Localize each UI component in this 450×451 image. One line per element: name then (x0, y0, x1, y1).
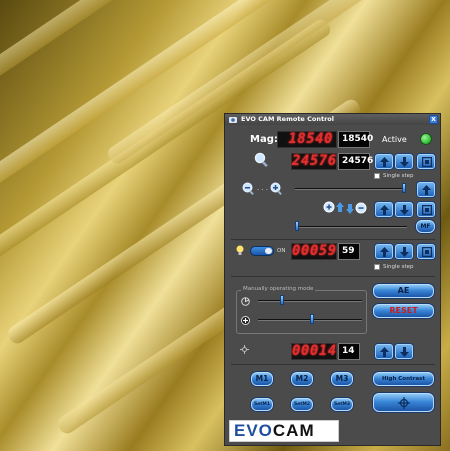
mag-value: 18540 (338, 131, 373, 148)
stop-icon (422, 157, 432, 167)
focus-up-button[interactable] (375, 202, 393, 217)
divider (231, 276, 435, 277)
zoom-slider[interactable] (295, 188, 405, 190)
gain-icon (241, 316, 250, 325)
zoom-out-icon (242, 182, 254, 195)
light-stop-button[interactable] (417, 244, 435, 259)
zoom-up-button[interactable] (375, 154, 393, 169)
light-down-button[interactable] (395, 244, 413, 259)
evocam-logo: EVOCAM (229, 420, 339, 442)
mag-status: Active (382, 135, 407, 144)
focus-slider-thumb[interactable] (295, 221, 299, 231)
reset-button[interactable]: RESET (373, 304, 434, 318)
zoom-slider-thumb[interactable] (402, 183, 406, 193)
auto-exposure-button[interactable]: AE (373, 284, 434, 298)
zoom-down-button[interactable] (395, 154, 413, 169)
aperture-display: 00014 (291, 343, 337, 360)
stop-icon (422, 205, 432, 215)
aperture-up-button[interactable] (375, 344, 393, 359)
memory-2-button[interactable]: M2 (291, 372, 313, 386)
arrow-down-icon (400, 157, 409, 167)
mag-label: Mag: (250, 134, 278, 145)
set-memory-1-button[interactable]: SetM1 (251, 398, 273, 411)
memory-3-button[interactable]: M3 (331, 372, 353, 386)
light-up-button[interactable] (375, 244, 393, 259)
zoom-stop-button[interactable] (417, 154, 435, 169)
focus-slider[interactable] (295, 226, 407, 228)
title-bar: EVO CAM Remote Control x (225, 114, 440, 125)
crosshair-button[interactable] (373, 393, 434, 412)
arrow-up-icon (380, 347, 389, 357)
arrow-up-icon (422, 185, 431, 195)
shutter-icon (241, 297, 250, 306)
arrow-up-icon (380, 157, 389, 167)
arrow-down-icon (400, 347, 409, 357)
focus-down-button[interactable] (395, 202, 413, 217)
light-bulb-icon (236, 245, 244, 255)
set-memory-3-button[interactable]: SetM3 (331, 398, 353, 411)
window-title: EVO CAM Remote Control (241, 115, 334, 123)
zoom-display: 24576 (291, 153, 337, 170)
toggle-knob (265, 248, 272, 254)
magnifier-icon (254, 152, 268, 167)
manual-slider-1-thumb[interactable] (280, 295, 284, 305)
zoom-single-step-label: Single step (383, 173, 414, 179)
light-single-step-label: Single step (383, 264, 414, 270)
arrow-down-icon (400, 205, 409, 215)
manual-mode-group (236, 290, 367, 334)
logo-text-evo: EVO (234, 421, 273, 440)
divider (231, 239, 435, 240)
status-indicator-light (420, 133, 432, 145)
high-contrast-button[interactable]: High Contrast (373, 372, 434, 386)
set-memory-2-button[interactable]: SetM2 (291, 398, 313, 411)
logo-text-cam: CAM (272, 421, 315, 440)
mag-display: 18540 (277, 131, 337, 148)
zoom-single-step-checkbox[interactable] (374, 173, 380, 179)
light-display: 00059 (291, 243, 337, 260)
light-single-step-checkbox[interactable] (374, 264, 380, 270)
aperture-down-button[interactable] (395, 344, 413, 359)
light-toggle-switch[interactable] (250, 246, 274, 256)
camera-icon (229, 117, 237, 123)
zoom-in-icon (270, 182, 282, 195)
memory-1-button[interactable]: M1 (251, 372, 273, 386)
crosshair-icon (398, 397, 410, 409)
manual-slider-1[interactable] (258, 300, 362, 302)
arrow-up-icon (380, 247, 389, 257)
zoom-value: 24576 (338, 153, 373, 170)
light-toggle-state: ON (277, 248, 286, 254)
remote-control-window: EVO CAM Remote Control x Mag: 18540 1854… (224, 113, 441, 446)
arrow-up-icon (380, 205, 389, 215)
manual-focus-button[interactable]: MF (416, 220, 435, 233)
light-value: 59 (338, 243, 360, 260)
aperture-value: 14 (338, 343, 360, 360)
zoom-range-dots: · · · (257, 186, 269, 194)
close-button[interactable]: x (429, 115, 438, 124)
zoom-slider-up-button[interactable] (417, 182, 435, 197)
aperture-icon (240, 345, 249, 354)
divider (231, 364, 435, 365)
focus-stop-button[interactable] (417, 202, 435, 217)
stop-icon (422, 247, 432, 257)
focus-zoom-icon (323, 201, 367, 214)
manual-mode-legend: Manually operating mode (241, 286, 316, 292)
manual-slider-2-thumb[interactable] (310, 314, 314, 324)
arrow-down-icon (400, 247, 409, 257)
